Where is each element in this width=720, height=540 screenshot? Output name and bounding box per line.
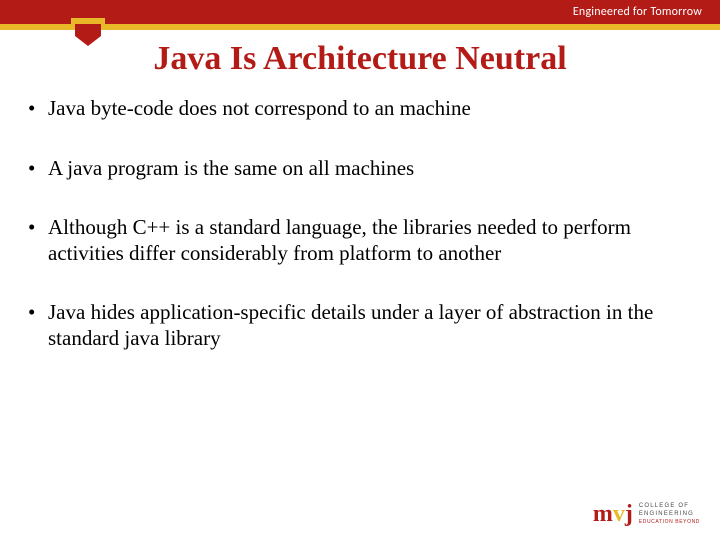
bullet-item: A java program is the same on all machin… <box>22 156 698 182</box>
bullet-item: Java byte-code does not correspond to an… <box>22 96 698 122</box>
logo-line2: ENGINEERING <box>639 511 700 519</box>
logo-line1: COLLEGE OF <box>639 503 700 511</box>
footer-logo: mvj COLLEGE OF ENGINEERING EDUCATION BEY… <box>593 502 700 526</box>
logo-letter-v: v <box>613 501 625 527</box>
bullet-item: Although C++ is a standard language, the… <box>22 215 698 266</box>
logo-text-block: COLLEGE OF ENGINEERING EDUCATION BEYOND <box>639 503 700 525</box>
slide-content: Java byte-code does not correspond to an… <box>22 96 698 386</box>
logo-letter-m: m <box>593 501 613 527</box>
bullet-item: Java hides application-specific details … <box>22 300 698 351</box>
slide-title: Java Is Architecture Neutral <box>0 40 720 78</box>
logo-mark-icon: mvj <box>593 502 633 526</box>
slide: Engineered for Tomorrow Java Is Architec… <box>0 0 720 540</box>
header-accent-bar <box>0 24 720 30</box>
logo-letter-j: j <box>625 501 633 527</box>
tagline-text: Engineered for Tomorrow <box>573 0 702 24</box>
logo-subline: EDUCATION BEYOND <box>639 519 700 526</box>
bullet-list: Java byte-code does not correspond to an… <box>22 96 698 352</box>
